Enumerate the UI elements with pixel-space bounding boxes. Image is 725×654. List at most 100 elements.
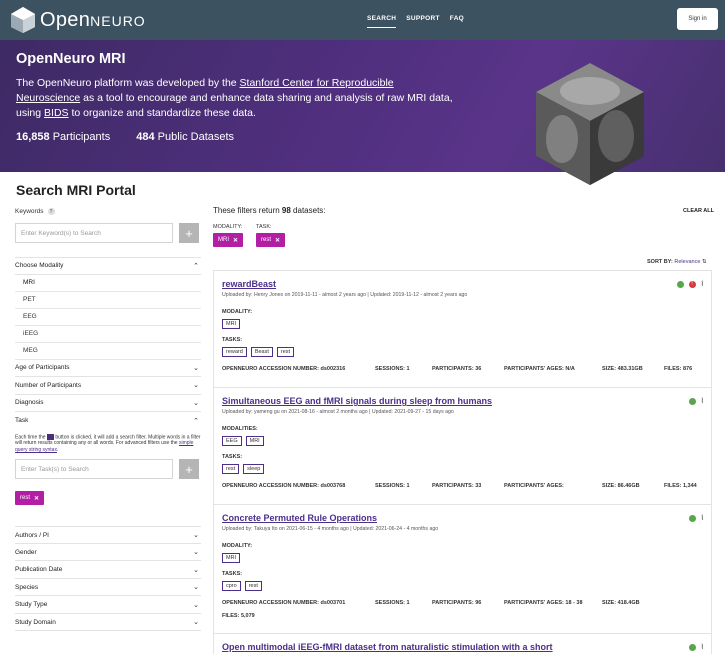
help-icon[interactable]: ?: [47, 208, 55, 215]
facet-modality[interactable]: Choose Modality ⌃: [15, 257, 201, 275]
brain-cube-image: [536, 63, 644, 185]
facet-gender[interactable]: Gender ⌄: [15, 544, 201, 562]
task-tag[interactable]: rest: [244, 581, 262, 591]
task-input[interactable]: Enter Task(s) to Search: [15, 459, 173, 480]
chevron-down-icon: ⌄: [193, 619, 199, 627]
globe-icon[interactable]: [688, 514, 696, 522]
keywords-label: Keywords ?: [15, 208, 201, 215]
bids-link[interactable]: BIDS: [44, 107, 69, 119]
card-icons: ⌇: [688, 643, 704, 651]
facet-number-participants[interactable]: Number of Participants ⌄: [15, 377, 201, 395]
activity-icon[interactable]: ⌇: [701, 280, 704, 288]
task-tag[interactable]: Beast: [250, 347, 273, 357]
dataset-stats: OPENNEURO ACCESSION NUMBER: ds003768 SES…: [222, 483, 697, 489]
modality-option-pet[interactable]: PET: [15, 292, 201, 309]
logo[interactable]: OpenNEURO: [10, 6, 146, 34]
task-tag[interactable]: rest: [276, 347, 295, 357]
modality-option-eeg[interactable]: EEG: [15, 309, 201, 326]
facet-age[interactable]: Age of Participants ⌄: [15, 360, 201, 377]
accession-number: OPENNEURO ACCESSION NUMBER: ds003768: [222, 483, 346, 489]
activity-icon[interactable]: ⌇: [701, 643, 704, 651]
participants-count: PARTICIPANTS: 33: [432, 483, 482, 489]
chevron-up-icon: ⌃: [193, 417, 199, 425]
modality-option-mri[interactable]: MRI: [15, 275, 201, 292]
task-tag[interactable]: sleep: [243, 464, 265, 474]
dataset-title[interactable]: Simultaneous EEG and fMRI signals during…: [222, 396, 492, 406]
task-tag[interactable]: cpro: [222, 581, 241, 591]
facet-species[interactable]: Species ⌄: [15, 579, 201, 597]
globe-icon[interactable]: [676, 280, 684, 288]
task-filter-chip[interactable]: rest ✕: [15, 491, 45, 506]
modality-tags: MRI: [222, 319, 241, 329]
keyword-input[interactable]: Enter Keyword(s) to Search: [15, 223, 173, 243]
close-icon[interactable]: ✕: [275, 237, 280, 244]
facet-diagnosis[interactable]: Diagnosis ⌄: [15, 395, 201, 412]
nav-link-faq[interactable]: FAQ: [450, 15, 464, 28]
accession-number: OPENNEURO ACCESSION NUMBER: ds003701: [222, 600, 346, 606]
modality-option-meg[interactable]: MEG: [15, 343, 201, 360]
task-tags: reward Beast rest: [222, 347, 295, 357]
dataset-card: ⌇ Open multimodal iEEG-fMRI dataset from…: [213, 633, 712, 654]
chevron-down-icon: ⌄: [193, 382, 199, 390]
chevron-up-icon: ⌃: [193, 262, 199, 270]
chevron-down-icon: ⌄: [193, 601, 199, 609]
facet-authors[interactable]: Authors / PI ⌄: [15, 526, 201, 544]
participant-ages: PARTICIPANTS' AGES:: [504, 483, 564, 489]
chevron-down-icon: ⌄: [193, 364, 199, 372]
nav-link-search[interactable]: SEARCH: [367, 15, 397, 28]
file-count: FILES: 1,344: [664, 483, 697, 489]
facet-task[interactable]: Task ⌃: [15, 412, 201, 430]
dataset-stats: OPENNEURO ACCESSION NUMBER: ds003701 SES…: [222, 600, 640, 606]
sort-icon: ⇅: [701, 259, 707, 265]
sort-by-control[interactable]: SORT BY: Relevance ⇅: [647, 259, 707, 265]
modality-tag[interactable]: MRI: [222, 319, 241, 329]
facet-study-domain[interactable]: Study Domain ⌄: [15, 614, 201, 632]
dataset-card: ⌇ Concrete Permuted Rule Operations Uplo…: [213, 504, 712, 633]
accession-number: OPENNEURO ACCESSION NUMBER: ds002316: [222, 366, 346, 372]
task-filter-chip[interactable]: rest ✕: [256, 233, 286, 247]
modality-filter-chip[interactable]: MRI ✕: [213, 233, 244, 247]
card-icons: ⌇: [688, 397, 704, 405]
close-icon[interactable]: ✕: [34, 495, 39, 502]
file-count: FILES: 5,079: [222, 613, 255, 619]
modality-tags: MRI: [222, 553, 241, 563]
hero-title: OpenNeuro MRI: [16, 51, 126, 67]
dataset-title[interactable]: rewardBeast: [222, 279, 276, 289]
dataset-title[interactable]: Open multimodal iEEG-fMRI dataset from n…: [222, 642, 553, 652]
task-tags: rest sleep: [222, 464, 265, 474]
globe-icon[interactable]: [688, 397, 696, 405]
task-search-row: Enter Task(s) to Search +: [15, 459, 201, 480]
task-tag[interactable]: rest: [222, 464, 240, 474]
modality-tag[interactable]: MRI: [222, 553, 241, 563]
activity-icon[interactable]: ⌇: [701, 397, 704, 405]
facet-publication-date[interactable]: Publication Date ⌄: [15, 561, 201, 579]
plus-key-icon: [46, 433, 54, 440]
modality-tag[interactable]: MRI: [245, 436, 264, 446]
dataset-title[interactable]: Concrete Permuted Rule Operations: [222, 513, 377, 523]
dataset-size: SIZE: 483.31GB: [602, 366, 643, 372]
add-task-button[interactable]: +: [179, 459, 199, 480]
dataset-upload-info: Uploaded by: Takuya Ito on 2021-06-15 - …: [222, 526, 439, 532]
activity-icon[interactable]: ⌇: [701, 514, 704, 522]
participant-ages: PARTICIPANTS' AGES: 18 - 38: [504, 600, 583, 606]
globe-icon[interactable]: [688, 643, 696, 651]
modalities-label: MODALITIES:: [222, 426, 258, 432]
task-tag[interactable]: reward: [222, 347, 247, 357]
modality-option-ieeg[interactable]: iEEG: [15, 326, 201, 343]
filter-sidebar: Keywords ? Enter Keyword(s) to Search + …: [15, 205, 201, 632]
dataset-card: ! ⌇ rewardBeast Uploaded by: Henry Jones…: [213, 270, 712, 387]
nav-link-support[interactable]: SUPPORT: [406, 15, 440, 28]
clear-all-button[interactable]: CLEAR ALL: [683, 208, 714, 214]
error-icon[interactable]: !: [688, 280, 696, 288]
dataset-size: SIZE: 86.46GB: [602, 483, 640, 489]
facet-study-type[interactable]: Study Type ⌄: [15, 596, 201, 614]
close-icon[interactable]: ✕: [233, 237, 238, 244]
datasets-stat: 484 Public Datasets: [136, 131, 235, 143]
add-keyword-button[interactable]: +: [179, 223, 199, 243]
dataset-upload-info: Uploaded by: Henry Jones on 2019-11-11 -…: [222, 292, 468, 298]
modality-filter-group: MODALITY: MRI ✕: [213, 224, 244, 247]
hero-desc-text: to organize and standardize these data.: [68, 107, 256, 119]
sign-in-button[interactable]: Sign in: [677, 8, 718, 30]
modality-tag[interactable]: EEG: [222, 436, 242, 446]
dataset-card: ⌇ Simultaneous EEG and fMRI signals duri…: [213, 387, 712, 504]
